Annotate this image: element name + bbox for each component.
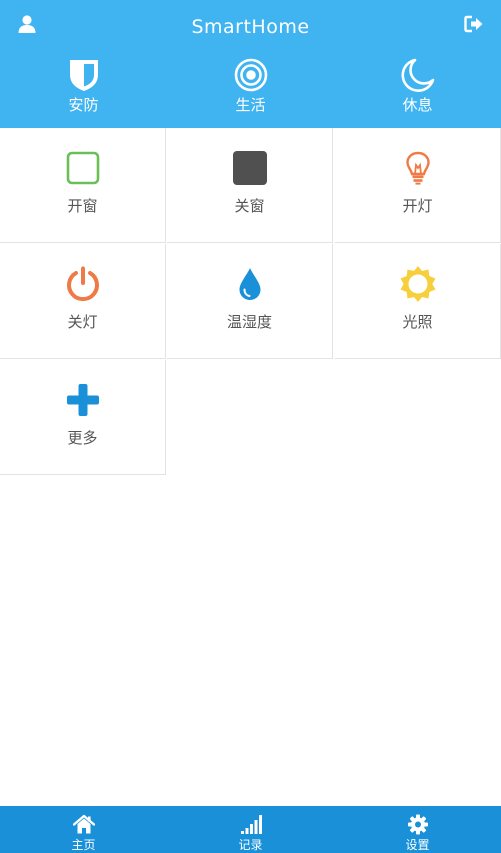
tab-records-label: 记录 (238, 838, 263, 852)
tile-open-window[interactable]: 开窗 (0, 128, 166, 243)
mode-security-label: 安防 (68, 96, 99, 114)
lightbulb-icon (405, 151, 430, 185)
target-icon (234, 58, 267, 92)
tile-label: 关窗 (234, 197, 265, 215)
tile-light-off[interactable]: 关灯 (0, 244, 166, 359)
tab-home[interactable]: 主页 (0, 806, 167, 853)
tile-illumination[interactable]: 光照 (335, 244, 501, 359)
tile-close-window[interactable]: 关窗 (167, 128, 333, 243)
home-icon (72, 814, 95, 834)
mode-bar: 安防 生活 休息 (0, 58, 501, 118)
mode-life[interactable]: 生活 (167, 58, 334, 118)
tile-more[interactable]: 更多 (0, 360, 166, 475)
tab-settings-label: 设置 (405, 838, 430, 852)
tab-home-label: 主页 (71, 838, 96, 852)
bottom-tab-bar: 主页 记录 设置 (0, 806, 501, 853)
mode-rest[interactable]: 休息 (334, 58, 501, 118)
plus-icon (66, 384, 99, 416)
tile-light-on[interactable]: 开灯 (335, 128, 501, 243)
tile-label: 光照 (402, 313, 433, 331)
mode-security[interactable]: 安防 (0, 58, 167, 118)
window-open-icon (66, 151, 99, 185)
app-header: SmartHome 安防 生活 休息 (0, 0, 501, 128)
window-closed-icon (232, 151, 267, 185)
shield-icon (69, 60, 98, 91)
water-drop-icon (239, 268, 260, 300)
tab-settings[interactable]: 设置 (334, 806, 501, 853)
tile-label: 开窗 (67, 197, 98, 215)
moon-icon (401, 58, 434, 92)
tile-temp-humidity[interactable]: 温湿度 (167, 244, 333, 359)
mode-rest-label: 休息 (402, 96, 433, 114)
logout-icon[interactable] (464, 15, 484, 33)
sun-icon (400, 266, 435, 302)
tile-label: 温湿度 (226, 313, 272, 331)
tile-label: 关灯 (67, 313, 98, 331)
mode-life-label: 生活 (235, 96, 266, 114)
tab-records[interactable]: 记录 (167, 806, 334, 853)
gear-icon (407, 814, 428, 835)
app-title: SmartHome (191, 16, 310, 38)
tile-label: 开灯 (402, 197, 433, 215)
power-icon (66, 266, 99, 302)
tile-label: 更多 (67, 429, 98, 447)
signal-bars-icon (240, 815, 262, 834)
